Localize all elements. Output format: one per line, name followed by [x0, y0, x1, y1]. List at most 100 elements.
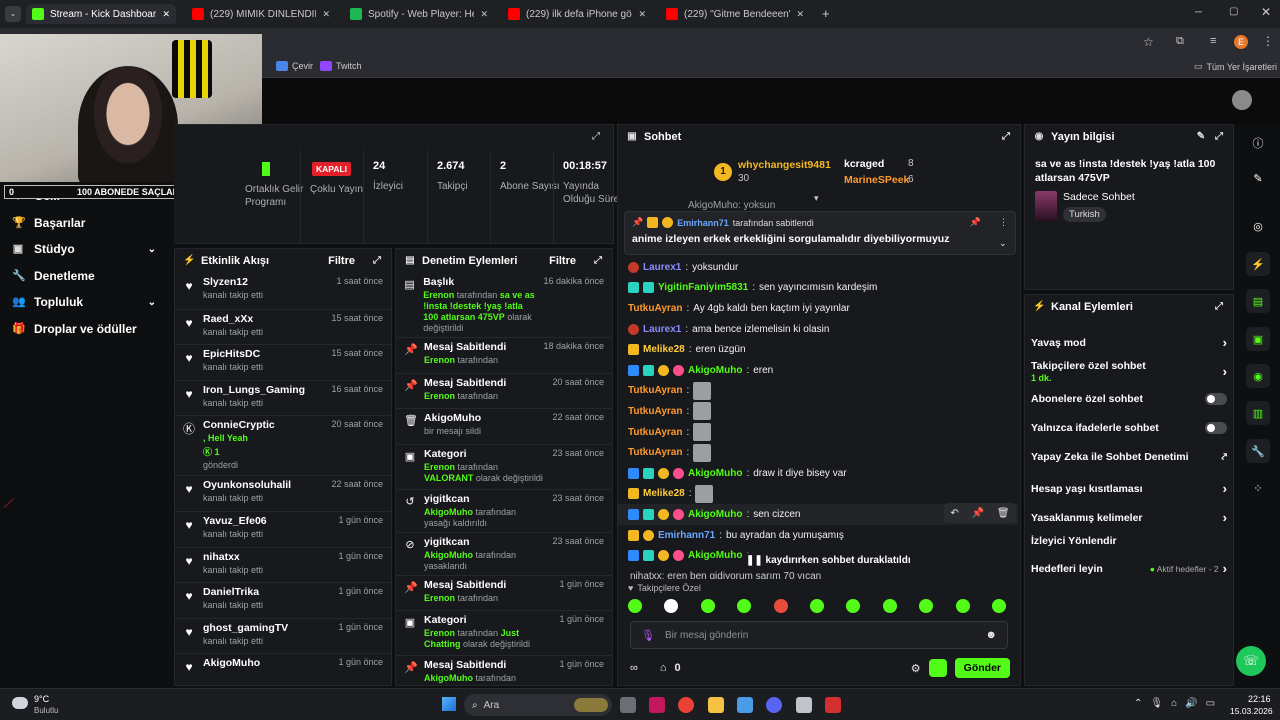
mod-row[interactable]: ⊘ yigitkcan AkigoMuho tarafından yasakland… [396, 531, 612, 575]
discord-icon[interactable] [766, 697, 782, 713]
pen-icon[interactable]: ✎ [1246, 166, 1270, 190]
store-icon[interactable]: ⌂ [660, 662, 667, 674]
chat-message[interactable]: TutkuAyran: [618, 442, 1018, 463]
clock-date[interactable]: 15.03.2026 [1230, 706, 1273, 716]
mod-row[interactable]: 📌 Mesaj Sabitlendi Erenon tarafından 1 gün … [396, 574, 612, 611]
doc-icon[interactable]: ▤ [1246, 289, 1270, 313]
toggle-switch[interactable] [1205, 422, 1227, 434]
close-tab-icon[interactable]: ✕ [480, 9, 488, 20]
tray-icons[interactable]: ⌃🎙⌂🔊▭ [1134, 698, 1223, 709]
chat-username[interactable]: TutkuAyran [628, 447, 682, 458]
browser-tab[interactable]: (229) ilk defa iPhone gören bab ✕ [502, 4, 652, 24]
chat-username[interactable]: AkigoMuho [688, 550, 742, 561]
chat-icon[interactable]: ▣ [1246, 327, 1270, 351]
channel-action-row[interactable]: Hesap yaşı kısıtlaması › [1031, 481, 1227, 496]
profile-avatar[interactable]: E [1234, 35, 1248, 49]
channel-action-row[interactable]: Takipçilere özel sohbet 1 dk. › [1031, 360, 1227, 383]
chat-username[interactable]: Emirhann71 [658, 530, 715, 541]
start-button[interactable] [442, 697, 456, 711]
mod-filter-button[interactable]: Filtre [549, 255, 576, 267]
pin-message-icon[interactable]: 📌 [972, 508, 984, 519]
close-tab-icon[interactable]: ✕ [638, 9, 646, 20]
channel-action-row[interactable]: Yapay Zeka ile Sohbet Denetimi ⤤ [1031, 451, 1227, 463]
activity-row[interactable]: Ⓚ ConnieCryptic, Hell Yeah Ⓚ 1 gönderdi 20 s… [175, 415, 391, 475]
settings-icon[interactable]: ⚙ [911, 662, 921, 675]
channel-action-row[interactable]: Yavaş mod › [1031, 335, 1227, 350]
mod-row[interactable]: ▣ Kategori Erenon tarafından Just Chatting… [396, 610, 612, 655]
expand-icon[interactable]: ⤢ [592, 255, 604, 267]
activity-row[interactable]: ♥ Slyzen12 kanalı takip etti 1 saat önce [175, 273, 391, 309]
close-window-button[interactable]: ✕ [1261, 5, 1271, 19]
user-avatar[interactable] [1232, 90, 1252, 110]
emote-icon[interactable] [882, 599, 897, 613]
browser-tab[interactable]: Spotify - Web Player: Herkes iç ✕ [344, 4, 494, 24]
new-tab-button[interactable]: + [822, 6, 830, 21]
chat-message[interactable]: Emirhann71: bu ayradan da yumuşamış [618, 525, 1018, 546]
chat-input[interactable]: 🎙 Bir mesaj gönderin ☻ [630, 621, 1008, 649]
expand-stats-icon[interactable]: ⤢ [592, 131, 600, 142]
taskbar-search[interactable]: ⌕ Ara [464, 694, 612, 716]
sidebar-item[interactable]: 🔧 Denetleme [0, 263, 170, 289]
app-kick-icon[interactable] [649, 697, 665, 713]
chat-username[interactable]: TutkuAyran [628, 385, 682, 396]
mod-row[interactable]: ↺ yigitkcan AkigoMuho tarafından yasağı ka… [396, 488, 612, 532]
channel-action-row[interactable]: Hedefleri leyin ● Aktif hedefler - 2 › [1031, 561, 1227, 576]
channel-action-row[interactable]: Abonelere özel sohbet [1031, 393, 1227, 405]
browser-tab[interactable]: (229) "Gitme Bendeeen" Kick & ✕ [660, 4, 810, 24]
browser-menu-icon[interactable]: ⋮ [1262, 34, 1274, 48]
camera-icon[interactable]: ◎ [1246, 214, 1270, 238]
expand-icon[interactable]: ⤢ [1213, 131, 1225, 143]
expand-icon[interactable]: ⤢ [1213, 301, 1225, 313]
activity-row[interactable]: ♥ ghost_gamingTV kanalı takip etti 1 gün ön… [175, 617, 391, 654]
emote-icon[interactable] [809, 599, 824, 613]
close-tab-icon[interactable]: ✕ [162, 9, 170, 20]
sidebar-item[interactable]: 🎁 Droplar ve ödüller [0, 316, 170, 342]
taskview-icon[interactable] [620, 697, 636, 713]
points-icon[interactable]: ∞ [630, 662, 638, 674]
bolt-icon[interactable]: ⚡ [1246, 252, 1270, 276]
chat-username[interactable]: AkigoMuho [688, 365, 742, 376]
chat-message[interactable]: TutkuAyran: [618, 401, 1018, 422]
chat-message[interactable]: TutkuAyran: [618, 381, 1018, 402]
chat-username[interactable]: TutkuAyran [628, 427, 682, 438]
emoji-icon[interactable]: ☻ [985, 629, 997, 641]
bookmark-twitch[interactable]: Twitch [320, 61, 362, 71]
activity-row[interactable]: ♥ EpicHitsDC kanalı takip etti 15 saat önce [175, 344, 391, 380]
apps-icon[interactable]: ⁘ [1246, 476, 1270, 500]
activity-row[interactable]: ♥ Iron_Lungs_Gaming kanalı takip etti 16 sa… [175, 379, 391, 416]
activity-row[interactable]: ♥ Raed_xXx kanalı takip etti 15 saat önce [175, 308, 391, 345]
expand-pinned-icon[interactable]: ⌄ [999, 238, 1007, 249]
expand-icon[interactable]: ⤢ [1000, 131, 1012, 143]
clock-time[interactable]: 22:16 [1248, 694, 1271, 704]
obs-icon[interactable] [825, 697, 841, 713]
sidebar-item[interactable]: 🏆 Başarılar [0, 210, 170, 236]
extensions-icon[interactable]: ⧉ [1176, 35, 1184, 48]
mod-row[interactable]: 📌 Mesaj Sabitlendi AkigoMuho tarafından 1 g… [396, 655, 612, 685]
delete-icon[interactable]: 🗑 [997, 508, 1010, 519]
activity-row[interactable]: ♥ nihatxx kanalı takip etti 1 gün önce [175, 546, 391, 583]
collapse-leaderboard-icon[interactable]: ▾ [814, 193, 819, 204]
chat-username[interactable]: TutkuAyran [628, 303, 682, 314]
chat-username[interactable]: Laurex1 [643, 324, 681, 335]
chat-username[interactable]: TutkuAyran [628, 406, 682, 417]
chat-message[interactable]: TutkuAyran: [618, 422, 1018, 443]
info-icon[interactable]: ⓘ [1246, 131, 1270, 155]
emote-icon[interactable] [664, 599, 679, 613]
chat-username[interactable]: Melike28 [643, 344, 685, 355]
media-icon[interactable]: ≡ [1210, 35, 1216, 47]
channel-action-row[interactable]: Yalnızca ifadelerle sohbet [1031, 422, 1227, 434]
app-icon[interactable] [737, 697, 753, 713]
chat-message[interactable]: AkigoMuho: draw it diye bisey var [618, 463, 1018, 484]
minimize-button[interactable]: ─ [1195, 7, 1202, 18]
paused-notice[interactable]: ❚❚ kaydırırken sohbet duraklatıldı [742, 553, 915, 568]
close-tab-icon[interactable]: ✕ [796, 9, 804, 20]
wrench-icon[interactable]: 🔧 [1246, 439, 1270, 463]
mod-row[interactable]: 📌 Mesaj Sabitlendi Erenon tarafından 18 dak… [396, 337, 612, 373]
mod-row[interactable]: ▤ Başlık Erenon tarafından sa ve as !insta… [396, 273, 612, 337]
pinned-message[interactable]: 📌 Emirhann71 tarafından sabitlendi 📌 ⋮ anime… [624, 211, 1016, 255]
browser-tab[interactable]: (229) MİMİK DİNLENDİRME | M ✕ [186, 4, 336, 24]
activity-row[interactable]: ♥ Yavuz_Efe06 kanalı takip etti 1 gün önce [175, 510, 391, 547]
mod-row[interactable]: 📌 Mesaj Sabitlendi Erenon tarafından 20 saa… [396, 372, 612, 409]
send-button[interactable]: Gönder [954, 658, 1010, 678]
chat-username[interactable]: YigitinFaniyim5831 [658, 282, 748, 293]
